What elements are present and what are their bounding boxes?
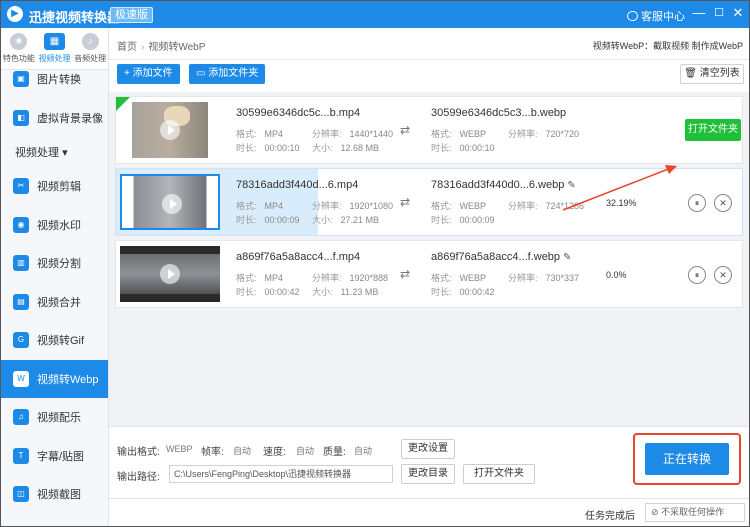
feature-description: 视频转WebP：截取视频 制作成WebP [592, 41, 743, 51]
output-path-field[interactable]: C:\Users\FengPing\Desktop\迅捷视频转换器 [169, 465, 393, 483]
file-list: ✓ 30599e6346dc5c...b.mp4 格式: MP4 分辨率: 1440… [109, 92, 749, 426]
sidebar-item-video-cut[interactable]: ✂ 视频剪辑 [1, 167, 108, 206]
sidebar-item-label: 视频截图 [37, 489, 81, 502]
app-window: ▶ 迅捷视频转换器 极速版 客服中心 — ☐ ✕ ★ 特色功能 ▦ 视频处理 ♪ 音频… [0, 0, 750, 527]
sidebar-item-video-split[interactable]: ▥ 视频分割 [1, 244, 108, 283]
sidebar-item-virtual-bg[interactable]: ◧ 虚拟背景录像 [1, 99, 108, 138]
sidebar-item-label: 虚拟背景录像 [37, 112, 103, 125]
caret-down-icon: ▾ [62, 146, 68, 159]
breadcrumb: 首页 › 视频转WebP [117, 38, 205, 53]
divider [109, 59, 749, 60]
folder-icon: ▭ [196, 68, 209, 79]
video-cut-icon: ✂ [13, 178, 29, 195]
output-format-value: WEBP [166, 444, 193, 454]
image-convert-icon: ▣ [13, 71, 29, 88]
sidebar-item-screenshot[interactable]: ◫ 视频截图 [1, 475, 108, 514]
sidebar-item-label: 视频转Webp [37, 373, 99, 386]
sidebar-item-video-music[interactable]: ♫ 视频配乐 [1, 398, 108, 437]
virtual-bg-icon: ◧ [13, 109, 29, 126]
sidebar-top-tabs: ★ 特色功能 ▦ 视频处理 ♪ 音频处理 [1, 28, 108, 70]
sidebar-item-watermark[interactable]: ◉ 视频水印 [1, 206, 108, 245]
sidebar-item-label: 视频剪辑 [37, 181, 81, 194]
speed-label: 速度: [263, 447, 286, 458]
music-icon: ♫ [13, 409, 29, 426]
breadcrumb-home[interactable]: 首页 [117, 42, 137, 53]
clear-list-button[interactable]: 🗑 清空列表 [680, 64, 744, 84]
tab-video-processing[interactable]: ▦ 视频处理 [37, 33, 71, 69]
tab-label: 音频处理 [74, 54, 107, 63]
sidebar-item-video-gif[interactable]: G 视频转Gif [1, 321, 108, 360]
breadcrumb-separator: › [141, 42, 145, 53]
sidebar-item-video-webp[interactable]: W 视频转Webp [1, 359, 108, 398]
output-path-label: 输出路径: [117, 472, 160, 483]
trash-icon: 🗑 [684, 68, 700, 79]
sidebar-group-video[interactable]: 视频处理 ▾ [1, 137, 108, 167]
tab-audio-processing[interactable]: ♪ 音频处理 [73, 33, 107, 69]
app-title: 迅捷视频转换器 [29, 10, 121, 25]
sidebar: ★ 特色功能 ▦ 视频处理 ♪ 音频处理 ▣ 图片转换 ◧ 虚拟背景录像 视频处理 ▾ ✂… [1, 28, 109, 526]
change-settings-button[interactable]: 更改设置 [401, 439, 455, 459]
app-logo-icon: ▶ [7, 6, 23, 22]
sidebar-item-label: 字幕/贴图 [37, 450, 85, 463]
open-output-folder-button[interactable]: 打开文件夹 [463, 464, 535, 484]
tab-label: 视频处理 [38, 54, 71, 63]
video-split-icon: ▥ [13, 255, 29, 272]
main-panel: 首页 › 视频转WebP 视频转WebP：截取视频 制作成WebP + 添加文件 ▭… [109, 28, 749, 498]
change-directory-button[interactable]: 更改目录 [401, 464, 455, 484]
quality-value: 自动 [354, 446, 373, 456]
sidebar-item-video-merge[interactable]: ▤ 视频合并 [1, 283, 108, 322]
star-icon: ★ [10, 33, 28, 50]
speed-value: 自动 [296, 446, 315, 456]
watermark-icon: ◉ [13, 216, 29, 233]
video-merge-icon: ▤ [13, 293, 29, 310]
service-label: 客服中心 [641, 11, 685, 23]
screenshot-icon: ◫ [13, 486, 29, 503]
sidebar-item-label: 视频转Gif [37, 335, 85, 348]
annotation-arrow [562, 165, 677, 211]
fps-label: 帧率: [201, 447, 224, 458]
clear-list-label: 清空列表 [699, 68, 740, 79]
tab-label: 特色功能 [2, 54, 35, 63]
breadcrumb-current: 视频转WebP [148, 42, 206, 53]
sidebar-item-label: 视频合并 [37, 296, 81, 309]
output-format-label: 输出格式: [117, 447, 160, 458]
gif-icon: G [13, 332, 29, 349]
title-bar: ▶ 迅捷视频转换器 极速版 客服中心 — ☐ ✕ [1, 1, 749, 28]
sidebar-item-label: 视频水印 [37, 219, 81, 232]
sidebar-item-label: 视频配乐 [37, 412, 81, 425]
service-center-link[interactable]: 客服中心 [627, 8, 685, 24]
fps-value: 自动 [233, 446, 252, 456]
output-settings: 输出格式: WEBP 帧率: 自动 速度: 自动 质量: 自动 更改设置 输出路… [109, 426, 749, 498]
add-folder-label: 添加文件夹 [208, 68, 259, 79]
status-bar: 任务完成后 ⊘ 不采取任何操作 [109, 498, 749, 526]
webp-icon: W [13, 370, 29, 387]
sidebar-item-label: 视频分割 [37, 258, 81, 271]
after-complete-select[interactable]: ⊘ 不采取任何操作 [645, 503, 745, 522]
minimize-button[interactable]: — [692, 5, 706, 21]
sidebar-item-subtitle[interactable]: T 字幕/贴图 [1, 437, 108, 476]
after-complete-label: 任务完成后 [585, 511, 635, 522]
tab-featured[interactable]: ★ 特色功能 [2, 33, 36, 69]
group-label: 视频处理 [15, 147, 59, 159]
add-file-button[interactable]: + 添加文件 [117, 64, 180, 84]
add-folder-button[interactable]: ▭ 添加文件夹 [189, 64, 266, 84]
edition-badge: 极速版 [110, 7, 153, 23]
maximize-button[interactable]: ☐ [712, 5, 726, 21]
sidebar-item-label: 图片转换 [37, 74, 81, 87]
convert-highlight: 正在转换 [633, 433, 741, 485]
close-button[interactable]: ✕ [731, 5, 745, 21]
film-icon: ▦ [43, 33, 65, 50]
chat-icon [627, 11, 638, 21]
convert-button[interactable]: 正在转换 [645, 443, 729, 475]
quality-label: 质量: [323, 447, 346, 458]
subtitle-icon: T [13, 447, 29, 464]
audio-icon: ♪ [81, 33, 99, 50]
annotation-line [562, 167, 672, 211]
